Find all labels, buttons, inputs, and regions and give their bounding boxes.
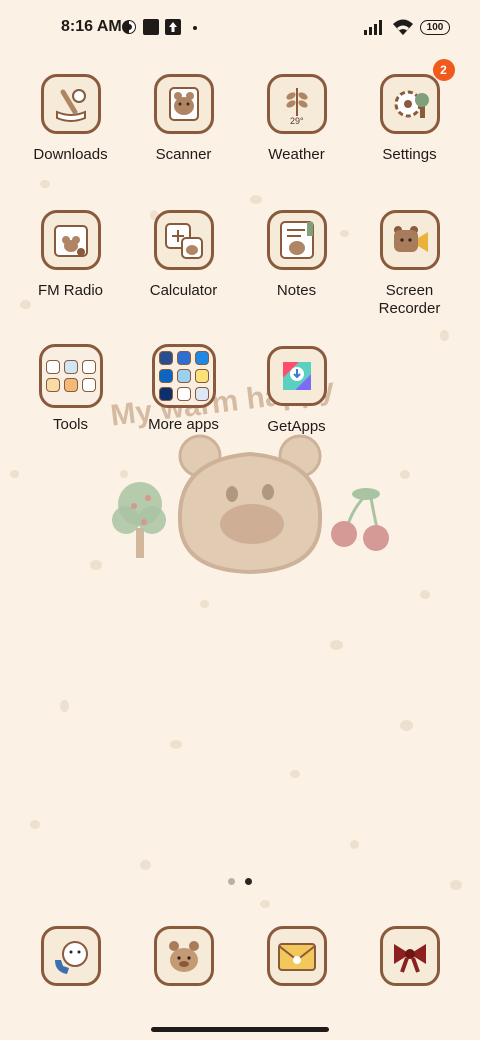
app-weather[interactable]: 29° Weather [240, 74, 353, 164]
signal-icon [364, 20, 382, 35]
tools-folder-icon [38, 344, 103, 408]
app-settings[interactable]: 2 Settings [353, 59, 466, 164]
app-screen-recorder[interactable]: Screen Recorder [353, 210, 466, 318]
page-dot-1[interactable] [228, 878, 235, 885]
gesture-nav-handle[interactable] [151, 1027, 329, 1032]
camera-bow-icon [380, 926, 440, 986]
app-notes[interactable]: Notes [240, 210, 353, 300]
app-label: Scanner [155, 146, 212, 163]
app-label: Settings [382, 146, 437, 163]
app-label: Screen Recorder [378, 282, 441, 317]
dock-messages[interactable] [154, 926, 214, 986]
fm-radio-icon [40, 210, 101, 270]
app-label: Tools [52, 416, 89, 433]
status-bar: 8:16 AM 100 [0, 0, 480, 56]
battery-indicator: 100 [420, 19, 450, 35]
downloads-icon [40, 74, 101, 134]
app-label: GetApps [267, 418, 326, 435]
messages-icon [154, 926, 214, 986]
dock-phone[interactable] [41, 926, 101, 986]
status-right: 100 [364, 18, 450, 36]
more-notifications-dot-icon [193, 26, 197, 30]
weather-temperature: 29° [290, 116, 304, 126]
status-time: 8:16 AM [61, 18, 122, 35]
app-label: Weather [268, 146, 325, 163]
notes-icon [266, 210, 327, 270]
app-label: Calculator [149, 282, 218, 299]
scanner-icon [153, 74, 214, 134]
folder-more-apps[interactable]: More apps [127, 344, 240, 434]
getapps-icon [266, 346, 327, 406]
wifi-icon [393, 19, 413, 35]
phone-icon [41, 926, 101, 986]
weather-icon: 29° [266, 74, 327, 134]
screen-recorder-icon [379, 210, 440, 270]
vpn-icon [122, 20, 136, 34]
page-dot-2[interactable] [245, 878, 252, 885]
mail-icon [267, 926, 327, 986]
cherries-illustration [331, 488, 389, 551]
dock-mail[interactable] [267, 926, 327, 986]
app-label: More apps [148, 416, 219, 433]
notification-badge: 2 [432, 59, 455, 81]
app-label: FM Radio [37, 282, 104, 299]
app-calculator[interactable]: Calculator [127, 210, 240, 300]
calculator-icon [153, 210, 214, 270]
upload-notification-icon [165, 19, 181, 35]
app-scanner[interactable]: Scanner [127, 74, 240, 164]
dock-camera[interactable] [380, 926, 440, 986]
page-indicator [0, 878, 480, 885]
bear-illustration [177, 434, 323, 575]
app-label: Notes [276, 282, 317, 299]
app-label: Downloads [33, 146, 108, 163]
settings-icon: 2 [379, 59, 455, 134]
app-getapps[interactable]: GetApps [240, 346, 353, 436]
notification-square-icon [143, 19, 159, 35]
app-fm-radio[interactable]: FM Radio [14, 210, 127, 300]
tree-illustration [112, 482, 166, 558]
app-downloads[interactable]: Downloads [14, 74, 127, 164]
more-apps-folder-icon [151, 344, 216, 408]
folder-tools[interactable]: Tools [14, 344, 127, 434]
